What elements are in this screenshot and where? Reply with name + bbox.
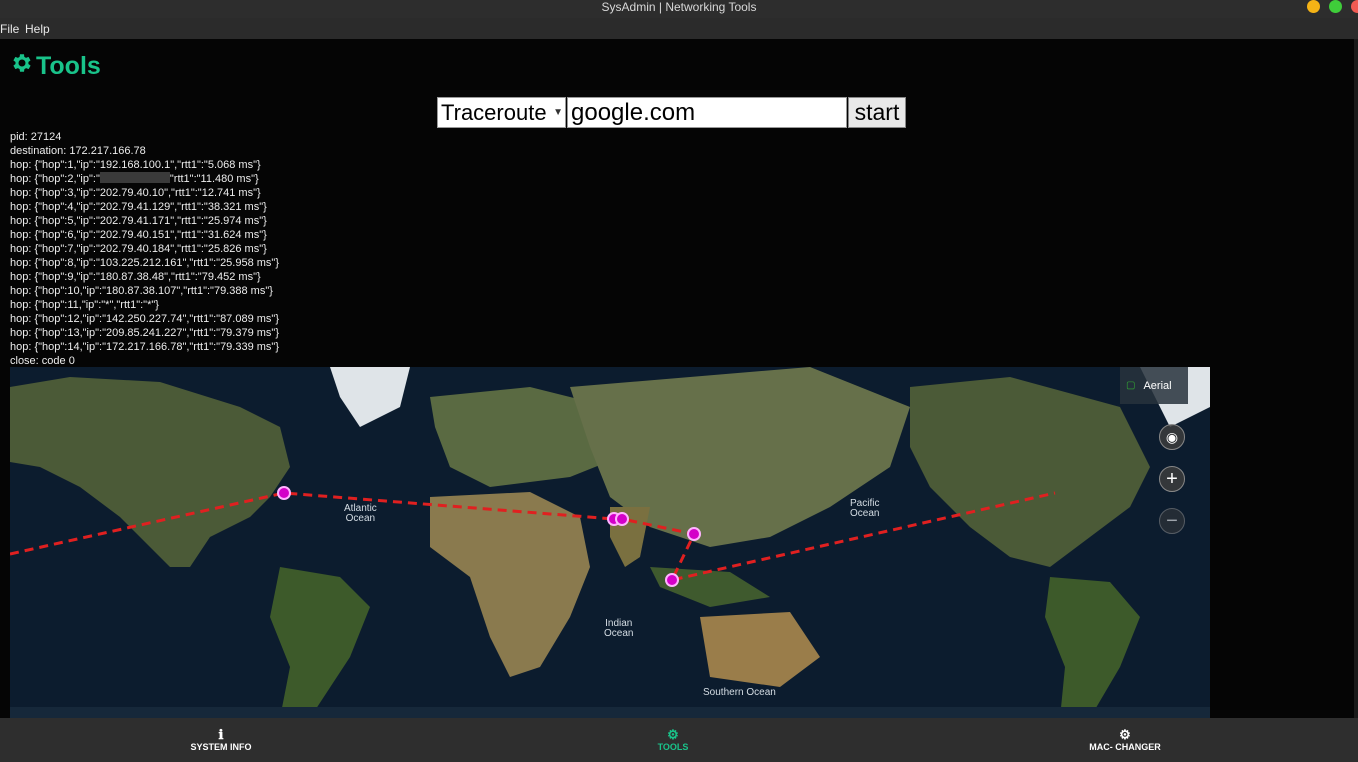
ocean-label-indian: Indian Ocean xyxy=(604,618,634,639)
log-hop: hop: {"hop":14,"ip":"172.217.166.78","rt… xyxy=(10,341,280,353)
ocean-label-pacific: Pacific Ocean xyxy=(850,498,880,519)
chevron-down-icon: ▼ xyxy=(553,107,563,118)
bottom-nav: ℹ SYSTEM INFO ⚙ TOOLS ⚙ MAC- CHANGER xyxy=(0,718,1358,762)
log-hop: hop: {"hop":13,"ip":"209.85.241.227","rt… xyxy=(10,327,280,339)
log-hop: hop: {"hop":9,"ip":"180.87.38.48","rtt1"… xyxy=(10,271,261,283)
window-title: SysAdmin | Networking Tools xyxy=(601,0,757,14)
page-title-text: Tools xyxy=(36,52,101,80)
log-hop: hop: {"hop":1,"ip":"192.168.100.1","rtt1… xyxy=(10,159,261,171)
world-map[interactable]: Atlantic Ocean Pacific Ocean Indian Ocean S… xyxy=(10,367,1210,718)
redacted-ip xyxy=(99,172,170,183)
nav-tools[interactable]: ⚙ TOOLS xyxy=(593,718,753,762)
window-titlebar: SysAdmin | Networking Tools xyxy=(0,0,1358,18)
host-input[interactable] xyxy=(567,97,847,128)
locate-button[interactable]: ◉ xyxy=(1159,424,1185,450)
app-content: Tools Traceroute ▼ start pid: 27124 desti… xyxy=(0,39,1358,718)
log-hop: hop: {"hop":6,"ip":"202.79.40.151","rtt1… xyxy=(10,229,267,241)
tool-select-value: Traceroute xyxy=(441,100,547,125)
tool-select[interactable]: Traceroute ▼ xyxy=(437,97,566,128)
map-imagery xyxy=(10,367,1210,718)
nav-label: SYSTEM INFO xyxy=(190,742,252,752)
log-hop: hop: {"hop":7,"ip":"202.79.40.184","rtt1… xyxy=(10,243,267,255)
close-button[interactable] xyxy=(1351,0,1358,13)
nav-label: TOOLS xyxy=(657,742,689,752)
plus-icon: + xyxy=(1166,467,1178,490)
map-layer-toggle[interactable]: ▢ Aerial xyxy=(1120,367,1188,404)
log-pid: pid: 27124 xyxy=(10,131,62,143)
zoom-in-button[interactable]: + xyxy=(1159,466,1185,492)
traceroute-controls: Traceroute ▼ start xyxy=(437,97,906,128)
zoom-out-button[interactable]: − xyxy=(1159,508,1185,534)
gear-icon xyxy=(10,51,34,82)
start-button[interactable]: start xyxy=(848,97,906,128)
map-layer-label: Aerial xyxy=(1143,379,1172,392)
ocean-label-southern: Southern Ocean xyxy=(703,687,776,698)
gear-icon: ⚙ xyxy=(667,727,679,742)
minimize-button[interactable] xyxy=(1307,0,1320,13)
scrollbar[interactable] xyxy=(1354,39,1358,718)
page-title: Tools xyxy=(10,51,101,82)
log-hop: hop: {"hop":3,"ip":"202.79.40.10","rtt1"… xyxy=(10,187,261,199)
nav-system-info[interactable]: ℹ SYSTEM INFO xyxy=(141,718,301,762)
log-close: close: code 0 xyxy=(10,355,75,367)
menu-bar: File Help xyxy=(0,18,1358,39)
minus-icon: − xyxy=(1166,509,1178,532)
menu-help[interactable]: Help xyxy=(25,22,50,36)
info-icon: ℹ xyxy=(218,727,224,742)
aerial-icon: ▢ xyxy=(1126,380,1136,391)
log-hop: hop: {"hop":11,"ip":"*","rtt1":"*"} xyxy=(10,299,159,311)
traceroute-log: pid: 27124 destination: 172.217.166.78 hop… xyxy=(10,130,279,368)
log-hop: hop: {"hop":2,"ip":" "rtt1":"11.480 ms"} xyxy=(10,172,279,186)
log-hop: hop: {"hop":12,"ip":"142.250.227.74","rt… xyxy=(10,313,280,325)
log-hop-text: hop: {"hop":2,"ip":" xyxy=(10,173,100,185)
menu-file[interactable]: File xyxy=(0,22,19,36)
locate-icon: ◉ xyxy=(1165,428,1179,445)
nav-mac-changer[interactable]: ⚙ MAC- CHANGER xyxy=(1045,718,1205,762)
log-hop: hop: {"hop":4,"ip":"202.79.41.129","rtt1… xyxy=(10,201,267,213)
log-hop: hop: {"hop":5,"ip":"202.79.41.171","rtt1… xyxy=(10,215,267,227)
maximize-button[interactable] xyxy=(1329,0,1342,13)
gear-icon: ⚙ xyxy=(1119,727,1131,742)
log-hop-text: "rtt1":"11.480 ms"} xyxy=(169,173,259,185)
log-hop: hop: {"hop":10,"ip":"180.87.38.107","rtt… xyxy=(10,285,273,297)
log-destination: destination: 172.217.166.78 xyxy=(10,145,146,157)
ocean-label-atlantic: Atlantic Ocean xyxy=(344,503,377,524)
log-hop: hop: {"hop":8,"ip":"103.225.212.161","rt… xyxy=(10,257,280,269)
nav-label: MAC- CHANGER xyxy=(1089,742,1161,752)
